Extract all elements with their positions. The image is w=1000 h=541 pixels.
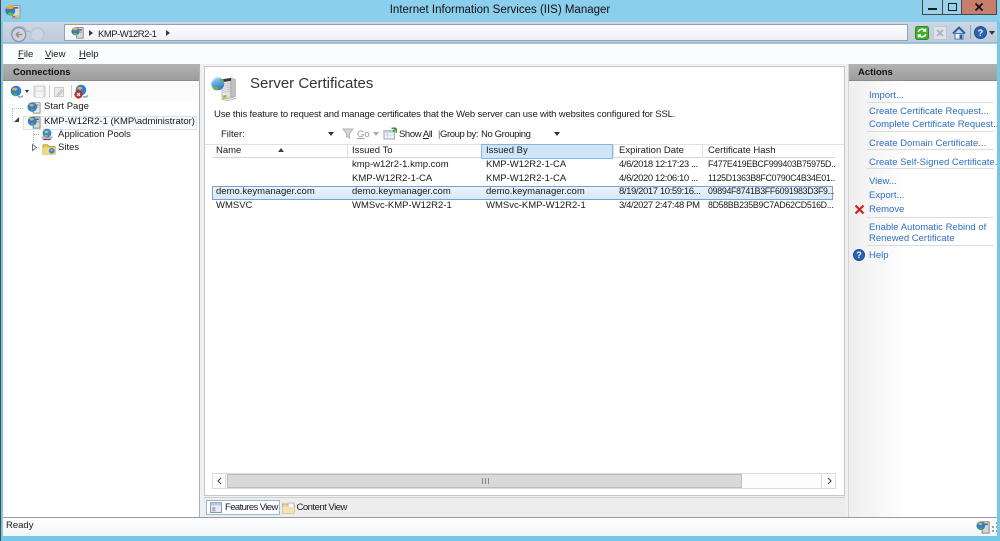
svg-text:?: ? <box>978 28 984 38</box>
svg-text:?: ? <box>856 250 861 260</box>
